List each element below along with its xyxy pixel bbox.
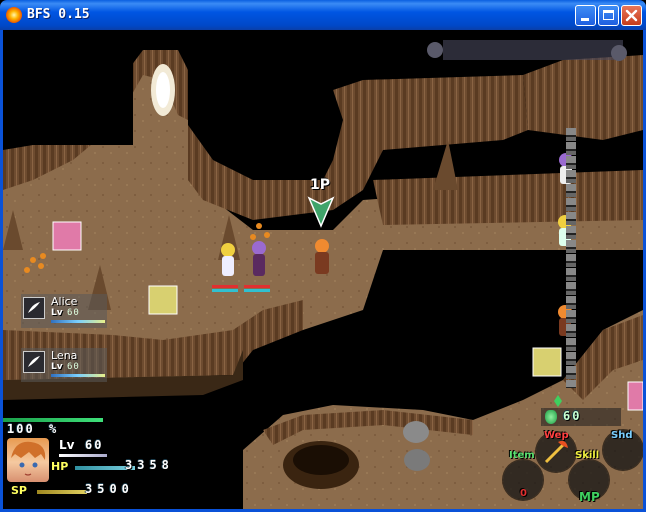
lena-hp-bar <box>244 285 270 288</box>
top-right-cliff <box>523 55 643 140</box>
maximize-icon <box>603 10 614 20</box>
boulder <box>404 449 430 471</box>
maximize-button[interactable] <box>598 5 619 26</box>
yellow-block <box>148 285 178 315</box>
close-button[interactable] <box>621 5 642 26</box>
sp-tag: SP <box>11 484 27 497</box>
exp-percent: 100 <box>7 422 35 436</box>
alice-hp-bar <box>212 285 238 288</box>
close-icon <box>625 9 638 22</box>
feather-icon <box>23 351 45 373</box>
boulder <box>403 421 429 443</box>
alice-character <box>221 243 235 276</box>
mid-right-cliff <box>373 170 643 225</box>
weapon-slot-label: Wep <box>544 430 569 441</box>
item-slot-label: Item <box>509 450 535 461</box>
party-member-name: Lena <box>51 349 78 362</box>
alice-mp-bar <box>212 289 238 292</box>
feather-icon <box>23 297 45 319</box>
party-level-value: 60 <box>67 308 80 318</box>
pink-block <box>627 381 643 411</box>
stalagmite <box>433 140 458 190</box>
title-bar[interactable]: BFS 0.15 <box>0 0 646 30</box>
level-underline <box>59 454 107 457</box>
gem-counter: 60 <box>541 408 621 426</box>
level-tag: Lv <box>59 438 75 452</box>
fog-banner <box>443 40 623 60</box>
game-viewport[interactable]: 1P Alice Lv 60 Lena Lv 60 100 % Lv 60 HP… <box>3 30 643 509</box>
sp-bar <box>37 490 87 494</box>
window-title: BFS 0.15 <box>27 7 90 22</box>
party-level-tag: Lv <box>51 362 63 372</box>
hp-value: 3358 <box>125 458 174 472</box>
shield-slot-label: Shd <box>611 430 633 441</box>
hp-tag: HP <box>51 460 69 473</box>
game-window: BFS 0.15 1P Alice Lv 60 Lena Lv 60 100 %… <box>0 0 646 512</box>
minimize-button[interactable] <box>575 5 596 26</box>
lena-mp-bar <box>244 289 270 292</box>
player-hud: 100 % Lv 60 HP 3358 SP 3500 <box>3 416 169 509</box>
skill-slot-label: Skill <box>575 450 600 461</box>
player-character-orange <box>315 239 329 274</box>
party-card-alice[interactable]: Alice Lv 60 <box>21 294 107 328</box>
gem-icon <box>545 410 557 424</box>
lena-character <box>252 241 266 276</box>
mp-label: MP <box>579 490 600 504</box>
party-level-tag: Lv <box>51 308 63 318</box>
side-chain <box>566 128 576 388</box>
party-card-lena[interactable]: Lena Lv 60 <box>21 348 107 382</box>
gem-count: 60 <box>563 409 582 423</box>
sp-value: 3500 <box>85 482 134 496</box>
yellow-block <box>532 347 562 377</box>
sun-app-icon[interactable] <box>6 7 22 23</box>
player-marker-label: 1P <box>310 177 331 193</box>
party-exp-bar <box>51 374 105 377</box>
item-count: 0 <box>520 488 527 499</box>
party-member-name: Alice <box>51 295 78 308</box>
portrait-face-icon <box>11 441 46 476</box>
party-exp-bar <box>51 320 105 323</box>
player-portrait[interactable] <box>7 438 49 482</box>
minimize-icon <box>581 18 589 21</box>
level-value: 60 <box>85 438 104 452</box>
pink-block <box>52 221 82 251</box>
party-level-value: 60 <box>67 362 80 372</box>
exp-percent-sign: % <box>49 422 59 436</box>
